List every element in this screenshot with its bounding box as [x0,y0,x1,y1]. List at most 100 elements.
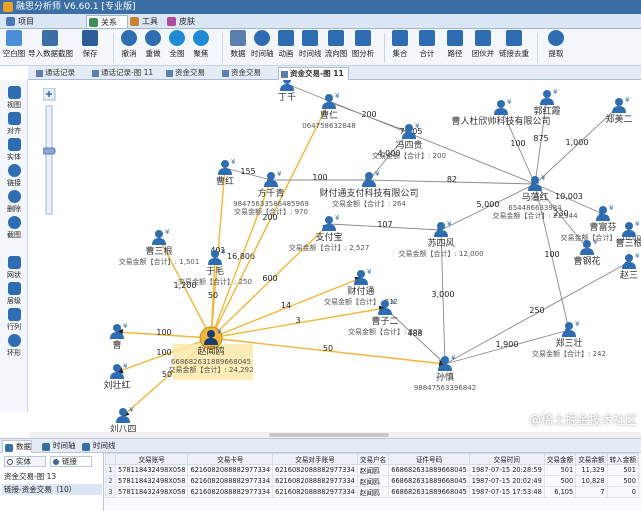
extract-button[interactable]: 提取 [544,30,568,59]
import-data-button[interactable]: 导入数据截图 [28,30,73,59]
timeline-button[interactable]: 时间线 [299,30,322,59]
graph-node[interactable]: ¥ 丁千 [278,80,298,103]
list-item[interactable]: 链接-资金交易（10） [2,484,102,495]
column-header[interactable] [105,453,116,465]
doc-tab-call-log-graph[interactable]: 通话记录-图 11 [90,67,157,80]
row-number: 3 [105,486,116,498]
mesh-layout-tool[interactable]: 网状 [0,256,28,280]
person-icon: ¥ [322,214,340,231]
doc-tab-fund-trade[interactable]: 资金交易 [164,67,209,80]
delete-tool[interactable]: 删除 [0,190,28,214]
scrollbar-thumb[interactable] [269,433,389,437]
table-row[interactable]: 2 578118432498X058 6216082088882977334 6… [105,475,639,487]
column-header[interactable]: 交易账号 [114,453,189,465]
list-item[interactable]: 资金交易-图 13 [2,471,102,482]
column-header[interactable]: 证件号码 [388,453,470,465]
redo-button[interactable]: 重做 [142,30,164,59]
graph-node[interactable]: ¥ 孙慎98847563396842 [414,354,476,392]
node-name: 曹富芬 [589,221,616,233]
graph-node[interactable]: ¥ 曹仁064758632848 [302,92,355,130]
table-cell: 6216082088882977334 [272,475,358,487]
svg-text:¥: ¥ [217,328,222,336]
tab-data[interactable]: 数据 [2,440,32,453]
save-button[interactable]: 保存 [80,30,100,59]
align-tool[interactable]: 对齐 [0,112,28,136]
relation-graph[interactable]: 40116,8066001431,20050100100505020015510… [29,80,641,432]
animation-button[interactable]: 动画 [275,30,297,59]
entity-radio[interactable]: 实体 [4,456,46,467]
tab-project-label: 项目 [18,17,34,26]
column-header[interactable]: 交易户名 [356,453,390,465]
graph-node[interactable]: ¥ 赵闻鸥668682631889668045交易金额【合计】: 24,292 [168,326,254,380]
column-header[interactable]: 交易余额 [575,453,608,465]
data-button[interactable]: 数据 [227,30,249,59]
svg-text:¥: ¥ [277,170,282,178]
entity-tool[interactable]: 实体 [0,138,28,162]
edge-label: 100 [156,328,171,337]
doc-tab-fund-trade-2[interactable]: 资金交易 [220,67,265,80]
node-total: 交易金额【合计】: 250 [178,277,252,286]
person-icon: ¥ [110,322,128,339]
table-cell: 500 [543,475,577,487]
graph-node[interactable]: ¥ 曹三根交易金额【合计】: 1,501 [119,228,200,266]
flow-chart-button[interactable]: 流向图 [323,30,349,59]
graph-node[interactable]: ¥ 曹红 [216,158,236,187]
graph-node[interactable]: ¥ 郑美二 [605,96,632,125]
grid-layout-tool[interactable]: 行列 [0,308,28,332]
table-cell: 赵闻鸥 [356,464,390,476]
tab-project[interactable]: 项目 [4,15,46,28]
tab-tools[interactable]: 工具 [128,15,170,28]
hierarchy-layout-tool[interactable]: 层级 [0,282,28,306]
circle-layout-tool[interactable]: 环形 [0,334,28,358]
graph-canvas[interactable]: 401 16,806 600 14 3 1,200 50 100 100 50 50 200 155 10… [29,80,641,432]
doc-tab-call-log[interactable]: 通话记录 [34,67,79,80]
column-header[interactable]: 转入金额 [606,453,639,465]
group-merge-button[interactable]: 团伙并 [470,30,496,59]
undo-button[interactable]: 撤消 [118,30,140,59]
graph-node[interactable]: ¥ 冯四贵交易金额【合计】: 200 [372,122,446,160]
node-name: 苏四风 [427,237,454,249]
column-header[interactable]: 交易卡号 [187,453,274,465]
save-icon [82,30,98,46]
data-grid[interactable]: 交易账号 交易卡号 交易对手账号 交易户名 证件号码 交易时间 交易金额 交易余… [105,453,641,511]
graph-node[interactable]: ¥ 曹钢花 [573,238,600,267]
tab-timeline[interactable]: 时间线 [80,440,116,453]
link-tool[interactable]: 链接 [0,164,28,188]
column-header[interactable]: 交易对手账号 [272,453,358,465]
fit-all-button[interactable]: 全图 [166,30,188,59]
svg-text:¥: ¥ [367,268,372,276]
blank-graph-button[interactable]: 空白图 [2,30,26,59]
graph-node[interactable]: ¥财付通交易金额【合计】: 212 [324,268,398,306]
sum-button[interactable]: 合计 [416,30,438,59]
screenshot-tool[interactable]: 截图 [0,216,28,240]
graph-node[interactable]: ¥ 刘八四 [109,406,136,432]
graph-node[interactable]: ¥ 郭红霞 [533,88,560,117]
column-header[interactable]: 交易时间 [468,453,545,465]
graph-node[interactable]: ¥ 郑三壮交易金额【合计】: 242 [532,320,606,358]
graph-node[interactable]: ¥ 方千青98475633586485969交易金额【合计】: 970 [233,170,309,216]
time-axis-button[interactable]: 时间轴 [251,30,274,59]
graph-node[interactable]: ¥ 赵三 [620,252,640,281]
table-cell: 501 [606,464,639,476]
graph-node[interactable]: ¥曹 [110,322,128,351]
table-row[interactable]: 1 578118432498X058 6216082088882977334 6… [105,464,639,476]
view-tool[interactable]: 视图 [0,86,28,110]
focus-button[interactable]: 聚焦 [190,30,212,59]
dedupe-link-button[interactable]: 链接去重 [498,30,530,59]
link-radio[interactable]: 链接 [50,456,92,467]
graph-analysis-button[interactable]: 图分析 [351,30,375,59]
graph-node[interactable]: ¥ 苏四风交易金额【合计】: 12,000 [398,220,483,258]
table-row[interactable]: 3 578118432498X058 6216082088882977334 6… [105,486,639,498]
collection-button[interactable]: 集合 [389,30,411,59]
column-header[interactable]: 交易金额 [543,453,577,465]
graph-node[interactable]: ¥ 支付宝交易金额【合计】: 2,527 [289,214,370,252]
graph-node[interactable]: ¥ 刘壮红 [103,362,130,391]
tab-skin[interactable]: 皮肤 [165,15,207,28]
path-button[interactable]: 路径 [444,30,466,59]
tab-relation[interactable]: 关系 [86,15,128,28]
graph-node[interactable]: ¥ 财付通支付科技有限公司交易金额【合计】: 264 [319,170,418,208]
tab-time-axis[interactable]: 时间轴 [40,440,76,453]
table-cell: 6216082088882977334 [187,486,274,498]
tab-tools-label: 工具 [142,17,158,26]
doc-tab-fund-trade-graph[interactable]: 资金交易-图 11 [278,67,349,80]
